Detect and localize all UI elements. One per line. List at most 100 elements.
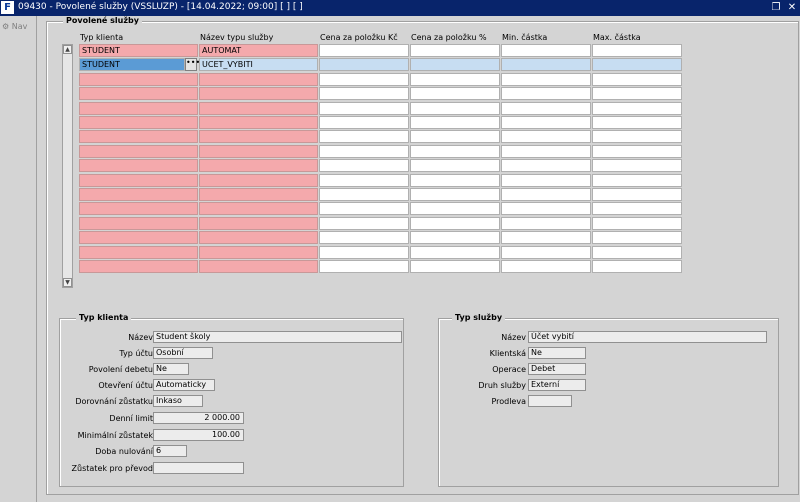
field-nazev-sluzby[interactable]: Účet vybití [528,331,767,343]
cell-cena-procent[interactable] [410,159,500,172]
cell-nazev-typu-sluzby[interactable] [199,87,318,100]
cell-cena-kc[interactable] [319,246,409,259]
cell-nazev-typu-sluzby[interactable] [199,246,318,259]
cell-min-castka[interactable] [501,58,591,71]
cell-nazev-typu-sluzby[interactable] [199,202,318,215]
lookup-ellipsis-button[interactable]: ••• [185,58,200,71]
cell-max-castka[interactable] [592,217,682,230]
cell-cena-procent[interactable] [410,217,500,230]
cell-nazev-typu-sluzby[interactable] [199,102,318,115]
field-klientska[interactable]: Ne [528,347,586,359]
cell-cena-kc[interactable] [319,44,409,57]
cell-nazev-typu-sluzby[interactable]: AUTOMAT [199,44,318,57]
cell-cena-procent[interactable] [410,87,500,100]
cell-cena-procent[interactable] [410,73,500,86]
cell-nazev-typu-sluzby[interactable]: UCET_VYBITI [199,58,318,71]
cell-nazev-typu-sluzby[interactable] [199,73,318,86]
cell-typ-klienta[interactable] [79,260,198,273]
cell-nazev-typu-sluzby[interactable] [199,174,318,187]
cell-cena-kc[interactable] [319,188,409,201]
field-denni-limit[interactable]: 2 000.00 [153,412,244,424]
cell-cena-procent[interactable] [410,188,500,201]
cell-cena-kc[interactable] [319,217,409,230]
cell-min-castka[interactable] [501,116,591,129]
cell-cena-kc[interactable] [319,159,409,172]
cell-max-castka[interactable] [592,246,682,259]
field-povoleni-debetu[interactable]: Ne [153,363,189,375]
cell-min-castka[interactable] [501,73,591,86]
cell-max-castka[interactable] [592,87,682,100]
cell-max-castka[interactable] [592,174,682,187]
cell-typ-klienta[interactable]: STUDENT [79,58,185,71]
field-operace[interactable]: Debet [528,363,586,375]
cell-min-castka[interactable] [501,174,591,187]
cell-cena-procent[interactable] [410,116,500,129]
cell-cena-kc[interactable] [319,116,409,129]
cell-typ-klienta[interactable]: STUDENT [79,44,198,57]
cell-nazev-typu-sluzby[interactable] [199,159,318,172]
field-druh-sluzby[interactable]: Externí [528,379,586,391]
cell-min-castka[interactable] [501,145,591,158]
cell-min-castka[interactable] [501,102,591,115]
cell-cena-procent[interactable] [410,174,500,187]
cell-typ-klienta[interactable] [79,174,198,187]
cell-max-castka[interactable] [592,44,682,57]
close-icon[interactable]: ✕ [786,1,798,14]
cell-nazev-typu-sluzby[interactable] [199,188,318,201]
cell-max-castka[interactable] [592,231,682,244]
cell-cena-kc[interactable] [319,102,409,115]
cell-min-castka[interactable] [501,188,591,201]
cell-cena-kc[interactable] [319,87,409,100]
cell-max-castka[interactable] [592,188,682,201]
field-otevreni-uctu[interactable]: Automaticky [153,379,215,391]
scroll-up-icon[interactable]: ▲ [63,45,72,54]
field-zustatek-pro-prevod[interactable] [153,462,244,474]
cell-max-castka[interactable] [592,145,682,158]
cell-min-castka[interactable] [501,246,591,259]
grid-scrollbar[interactable]: ▲ ▼ [62,44,73,288]
cell-typ-klienta[interactable] [79,217,198,230]
cell-cena-procent[interactable] [410,246,500,259]
cell-typ-klienta[interactable] [79,87,198,100]
field-prodleva[interactable] [528,395,572,407]
nav-button[interactable]: ⚙ Nav [2,22,27,31]
cell-min-castka[interactable] [501,87,591,100]
cell-cena-kc[interactable] [319,58,409,71]
cell-max-castka[interactable] [592,159,682,172]
cell-cena-kc[interactable] [319,73,409,86]
cell-typ-klienta[interactable] [79,130,198,143]
cell-typ-klienta[interactable] [79,202,198,215]
cell-nazev-typu-sluzby[interactable] [199,217,318,230]
cell-nazev-typu-sluzby[interactable] [199,145,318,158]
cell-cena-kc[interactable] [319,145,409,158]
scroll-down-icon[interactable]: ▼ [63,278,72,287]
cell-min-castka[interactable] [501,159,591,172]
cell-max-castka[interactable] [592,260,682,273]
cell-cena-kc[interactable] [319,174,409,187]
cell-typ-klienta[interactable] [79,246,198,259]
cell-min-castka[interactable] [501,202,591,215]
cell-cena-procent[interactable] [410,102,500,115]
cell-typ-klienta[interactable] [79,145,198,158]
field-minimalni-zustatek[interactable]: 100.00 [153,429,244,441]
cell-typ-klienta[interactable] [79,159,198,172]
cell-nazev-typu-sluzby[interactable] [199,116,318,129]
cell-max-castka[interactable] [592,130,682,143]
cell-nazev-typu-sluzby[interactable] [199,231,318,244]
field-dorovnani-zustatku[interactable]: Inkaso [153,395,203,407]
cell-cena-procent[interactable] [410,260,500,273]
field-typ-uctu[interactable]: Osobní [153,347,213,359]
cell-cena-procent[interactable] [410,202,500,215]
cell-min-castka[interactable] [501,130,591,143]
cell-cena-procent[interactable] [410,145,500,158]
cell-max-castka[interactable] [592,58,682,71]
cell-typ-klienta[interactable] [79,73,198,86]
cell-min-castka[interactable] [501,231,591,244]
field-doba-nulovani[interactable]: 6 [153,445,187,457]
cell-typ-klienta[interactable] [79,188,198,201]
cell-cena-procent[interactable] [410,130,500,143]
cell-typ-klienta[interactable] [79,231,198,244]
cell-min-castka[interactable] [501,44,591,57]
cell-cena-kc[interactable] [319,260,409,273]
cell-typ-klienta[interactable] [79,116,198,129]
